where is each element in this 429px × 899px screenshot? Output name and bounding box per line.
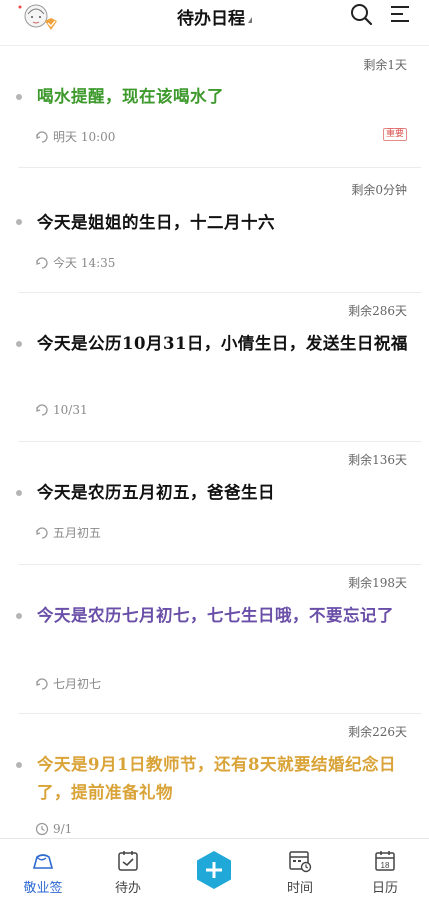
item-meta: 明天 10:00 [35, 128, 115, 145]
bullet-dot [16, 219, 22, 225]
item-meta: 10/31 [35, 403, 88, 417]
page-title-text: 待办日程 [177, 9, 245, 29]
remaining-time: 剩余0分钟 [351, 183, 407, 197]
bullet-dot [16, 762, 22, 768]
top-header: 待办日程 [0, 0, 429, 46]
list-item[interactable]: 剩余1天 喝水提醒，现在该喝水了 明天 10:00 重要 [0, 46, 429, 168]
item-meta-text: 七月初七 [53, 677, 102, 691]
bullet-dot [16, 490, 22, 496]
calendar-icon: 18 [375, 851, 395, 871]
menu-icon[interactable] [389, 2, 413, 26]
remaining-time: 剩余136天 [348, 453, 407, 467]
clock-icon [35, 822, 49, 836]
item-meta-text: 今天 14:35 [53, 256, 116, 270]
item-meta: 今天 14:35 [35, 254, 115, 271]
bullet-dot [16, 94, 22, 100]
list-item[interactable]: 剩余198天 今天是农历七月初七，七七生日哦，不要忘记了 七月初七 [0, 565, 429, 714]
item-text: 今天是农历五月初五，爸爸生日 [37, 483, 275, 502]
search-icon[interactable] [349, 2, 373, 26]
remaining-time: 剩余226天 [348, 725, 407, 739]
list-item[interactable]: 剩余136天 今天是农历五月初五，爸爸生日 五月初五 [0, 442, 429, 565]
bottom-tab-bar: 敬业签 待办 时间 18 日历 [0, 838, 429, 899]
list-item[interactable]: 剩余286天 今天是公历10月31日，小倩生日，发送生日祝福 10/31 [0, 293, 429, 442]
tab-label: 敬业签 [23, 881, 63, 896]
repeat-year-icon [36, 677, 48, 690]
repeat-icon [36, 130, 48, 143]
remaining-time: 剩余198天 [348, 576, 407, 590]
list-item[interactable]: 剩余0分钟 今天是姐姐的生日，十二月十六 今天 14:35 [0, 168, 429, 293]
important-tag: 重要 [382, 128, 407, 141]
tab-time[interactable]: 时间 [265, 839, 335, 899]
add-icon[interactable] [194, 850, 234, 890]
item-meta: 七月初七 [35, 675, 101, 692]
remaining-time: 剩余1天 [363, 58, 407, 72]
item-meta: 五月初五 [35, 524, 101, 541]
item-meta-text: 10/31 [53, 403, 88, 417]
item-meta-text: 9/1 [53, 822, 73, 836]
repeat-year-icon [36, 526, 48, 539]
list-item[interactable]: 剩余226天 今天是9月1日教师节，还有8天就要结婚纪念日了，提前准备礼物 9/… [0, 714, 429, 838]
tab-label: 时间 [286, 881, 313, 896]
tab-calendar[interactable]: 18 日历 [350, 839, 420, 899]
tab-label: 日历 [371, 881, 398, 896]
item-text: 今天是姐姐的生日，十二月十六 [37, 213, 275, 232]
calendar-day-number: 18 [381, 861, 390, 870]
repeat-year-icon [36, 256, 48, 269]
bullet-dot [16, 341, 22, 347]
item-meta: 9/1 [35, 822, 72, 836]
repeat-year-icon [36, 404, 48, 416]
item-text: 今天是农历七月初七，七七生日哦，不要忘记了 [37, 606, 394, 625]
home-note-icon [32, 854, 54, 869]
time-calendar-icon [289, 851, 312, 873]
todo-check-icon [118, 851, 138, 871]
tab-label: 待办 [114, 881, 141, 896]
item-meta-text: 明天 10:00 [53, 130, 116, 144]
item-text: 今天是9月1日教师节，还有8天就要结婚纪念日了，提前准备礼物 [37, 755, 396, 802]
remaining-time: 剩余286天 [348, 304, 407, 318]
item-text: 今天是公历10月31日，小倩生日，发送生日祝福 [37, 334, 408, 353]
tab-todo[interactable]: 待办 [93, 839, 163, 899]
item-meta-text: 五月初五 [53, 526, 102, 540]
tab-jingyeqian[interactable]: 敬业签 [8, 839, 78, 899]
bullet-dot [16, 613, 22, 619]
item-text: 喝水提醒，现在该喝水了 [37, 87, 224, 106]
title-caret-icon [248, 16, 252, 23]
